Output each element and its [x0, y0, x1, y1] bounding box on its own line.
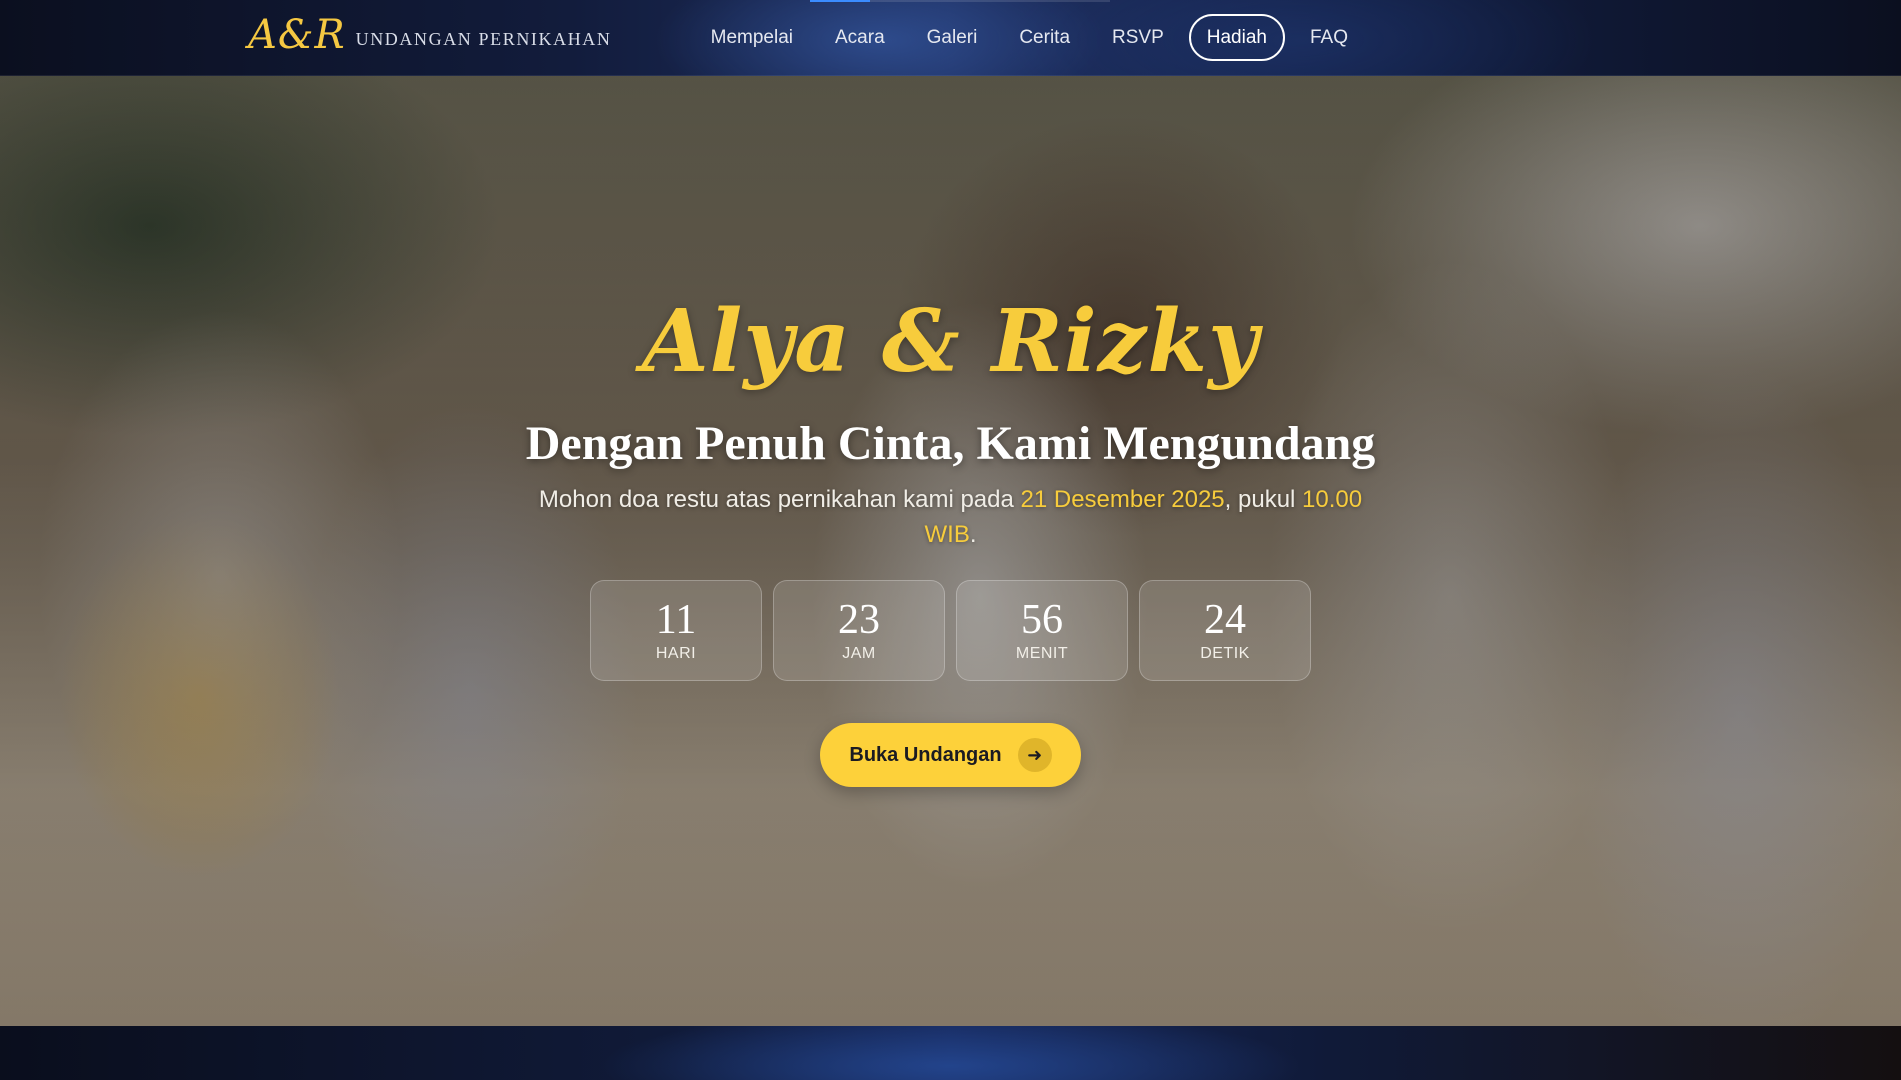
main-nav: Mempelai Acara Galeri Cerita RSVP Hadiah… — [690, 12, 1369, 62]
countdown-label: HARI — [655, 644, 697, 662]
nav-link-cerita[interactable]: Cerita — [998, 14, 1091, 61]
countdown-label: MENIT — [1015, 644, 1069, 662]
countdown-timer: 11 HARI 23 JAM 56 MENIT 24 DETIK — [590, 580, 1311, 681]
countdown-value: 24 — [1204, 596, 1246, 643]
brand-title: UNDANGAN PERNIKAHAN — [355, 28, 612, 49]
nav-link-faq[interactable]: FAQ — [1289, 14, 1369, 61]
subtitle-middle: , pukul — [1224, 486, 1303, 513]
subtitle-prefix: Mohon doa restu atas pernikahan kami pad… — [538, 486, 1021, 513]
scroll-progress-fill — [810, 0, 870, 2]
brand-monogram: A&R — [248, 12, 346, 58]
wedding-date: 21 Desember 2025 — [1020, 486, 1225, 513]
bottom-band — [0, 1026, 1901, 1080]
countdown-value: 56 — [1021, 596, 1063, 643]
top-navbar: A&R UNDANGAN PERNIKAHAN Mempelai Acara G… — [0, 0, 1901, 76]
nav-link-mempelai[interactable]: Mempelai — [690, 14, 814, 61]
countdown-hours: 23 JAM — [773, 580, 945, 681]
countdown-seconds: 24 DETIK — [1139, 580, 1311, 681]
arrow-right-icon: ➜ — [1017, 738, 1052, 772]
subtitle-suffix: . — [969, 521, 977, 548]
hero-subtitle: Mohon doa restu atas pernikahan kami pad… — [530, 482, 1371, 552]
nav-link-hadiah[interactable]: Hadiah — [1188, 13, 1285, 61]
countdown-minutes: 56 MENIT — [956, 580, 1128, 681]
nav-link-galeri[interactable]: Galeri — [906, 14, 999, 61]
countdown-label: DETIK — [1200, 644, 1250, 662]
countdown-label: JAM — [842, 644, 876, 662]
scroll-progress-bar — [810, 0, 1110, 2]
countdown-value: 11 — [655, 596, 697, 643]
open-invitation-label: Buka Undangan — [849, 743, 1002, 766]
nav-link-rsvp[interactable]: RSVP — [1091, 14, 1185, 61]
brand-logo-link[interactable]: A&R UNDANGAN PERNIKAHAN — [248, 10, 612, 60]
nav-link-acara[interactable]: Acara — [814, 14, 906, 61]
open-invitation-button[interactable]: Buka Undangan ➜ — [820, 723, 1081, 787]
hero-title: Dengan Penuh Cinta, Kami Mengundang — [525, 417, 1376, 470]
couple-names: Alya & Rizky — [641, 291, 1260, 392]
countdown-days: 11 HARI — [590, 580, 762, 681]
hero-section: Alya & Rizky Dengan Penuh Cinta, Kami Me… — [0, 76, 1901, 1026]
countdown-value: 23 — [838, 596, 880, 643]
